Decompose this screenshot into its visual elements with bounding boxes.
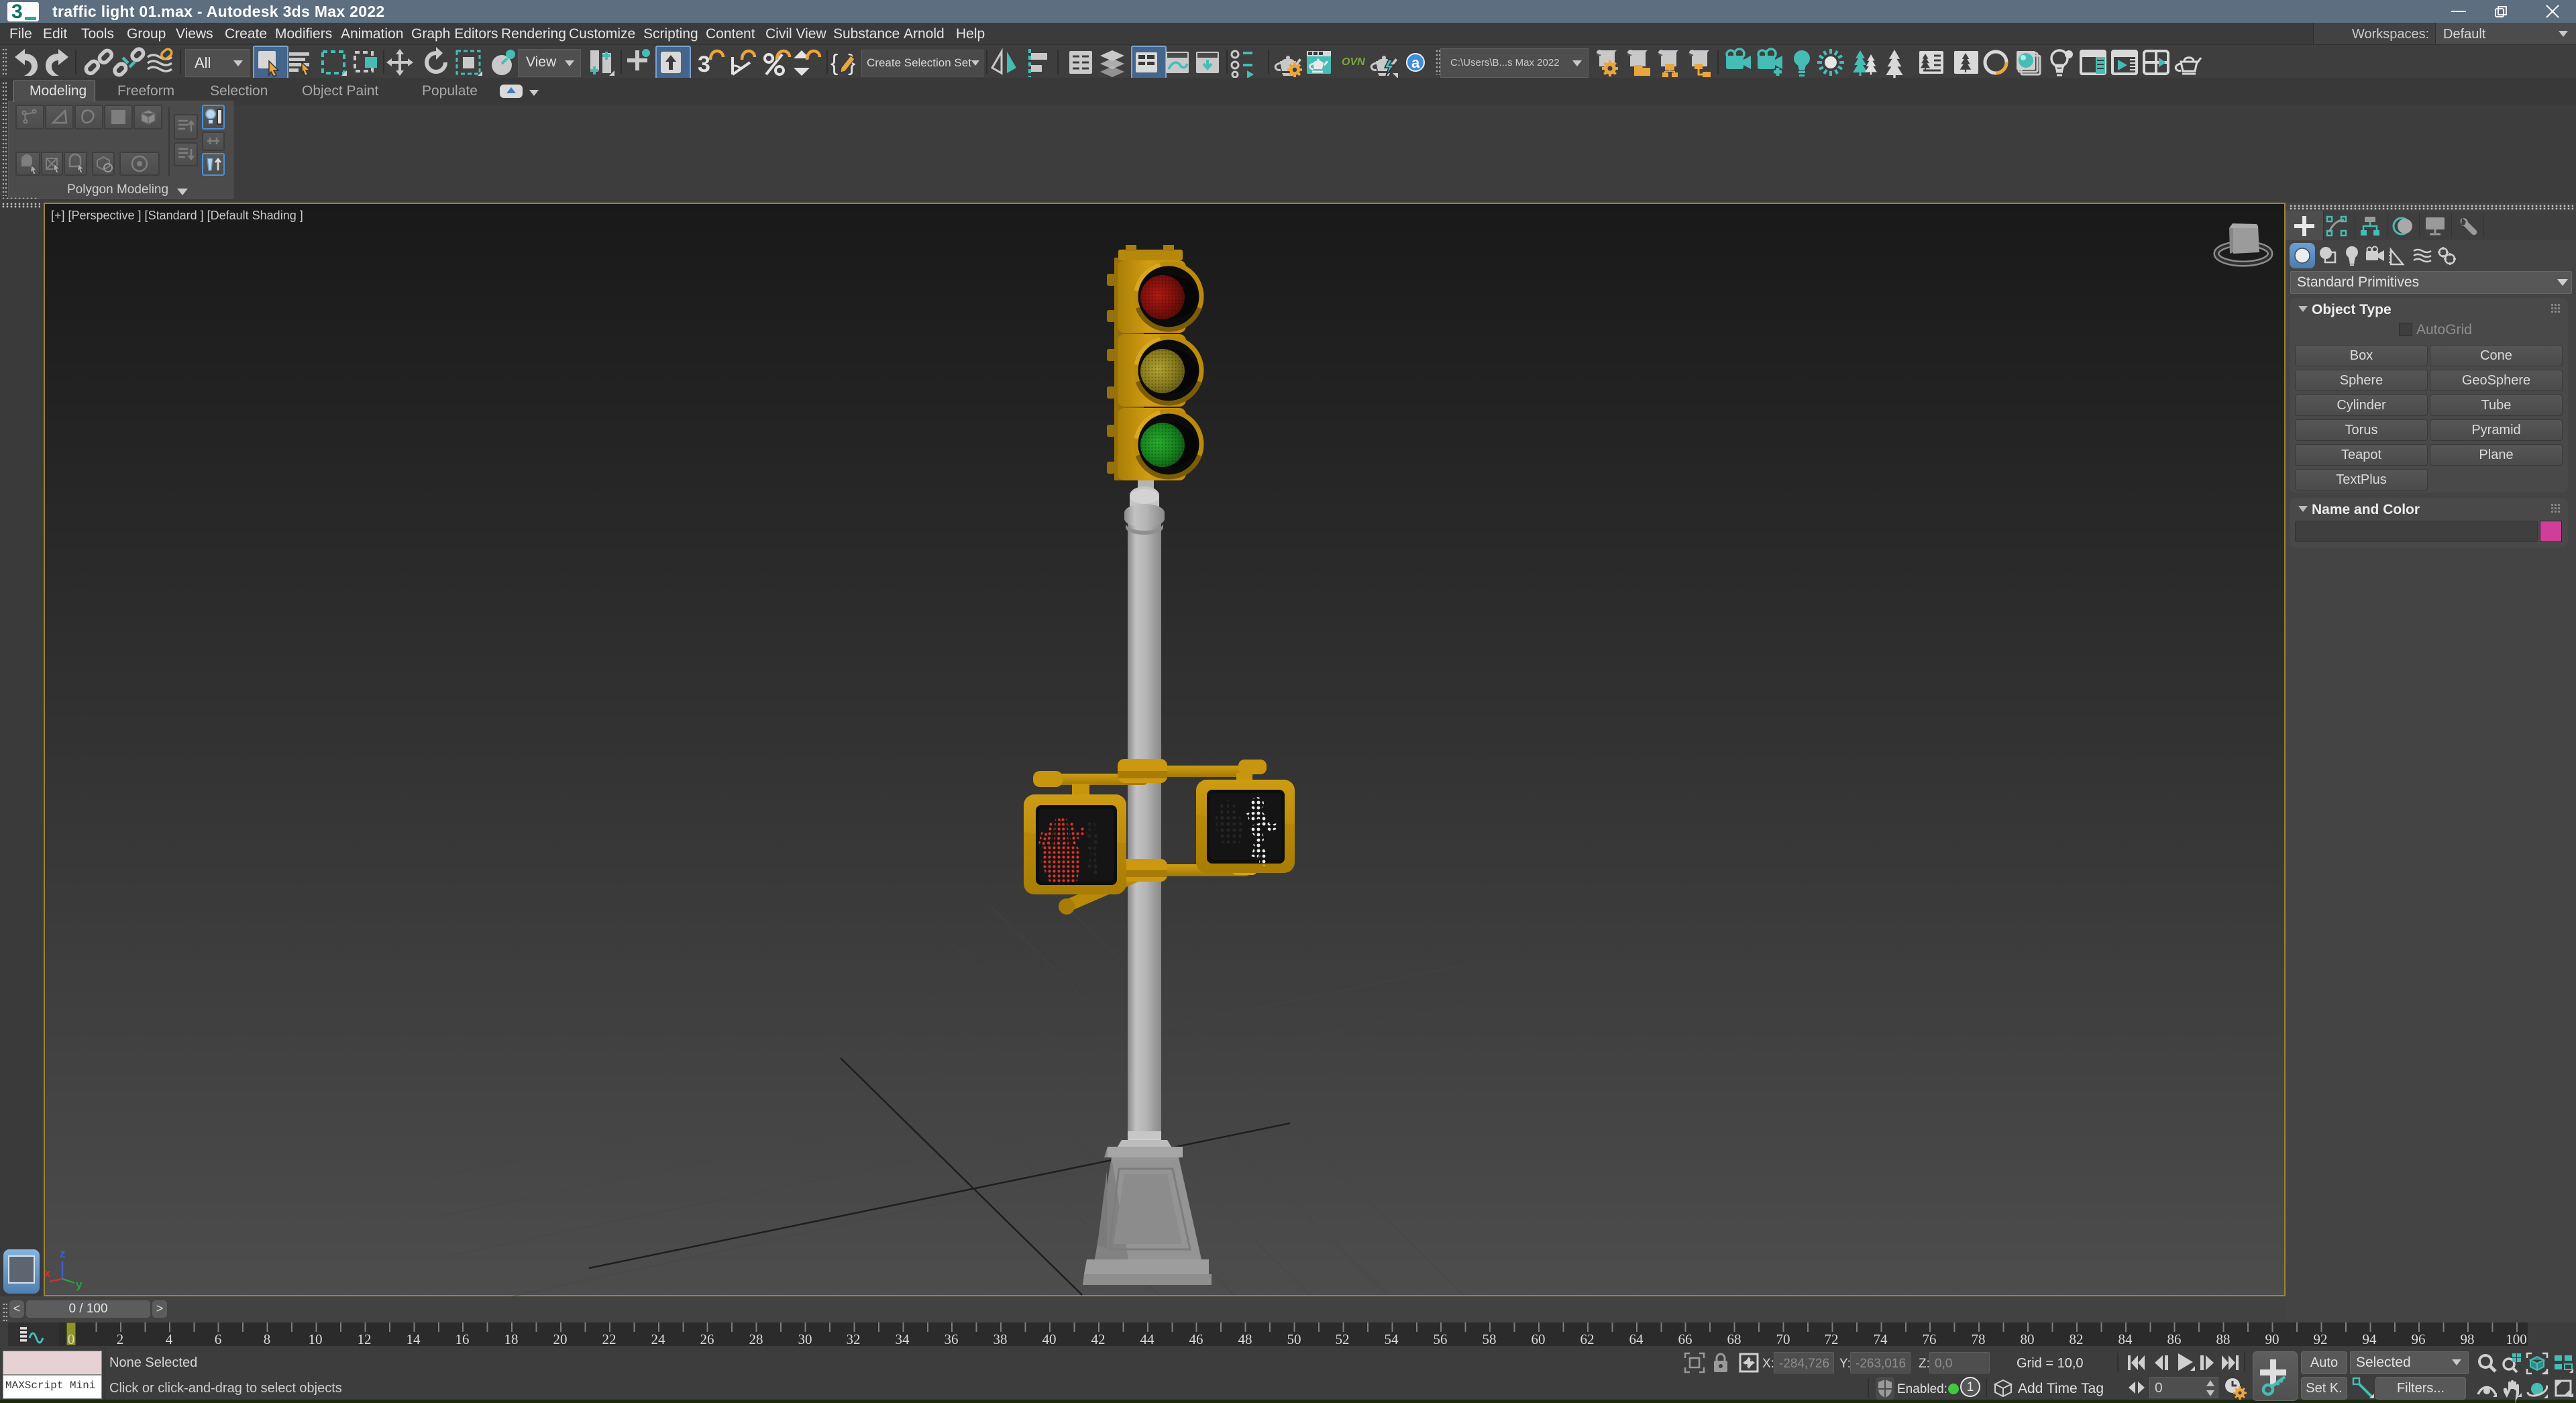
svg-text:z: z xyxy=(60,1247,66,1260)
svg-text:y: y xyxy=(76,1278,83,1291)
svg-text:x: x xyxy=(44,1267,51,1280)
svg-text:3: 3 xyxy=(698,52,710,77)
svg-text:a: a xyxy=(1411,54,1420,71)
svg-text:{: { xyxy=(830,50,838,76)
